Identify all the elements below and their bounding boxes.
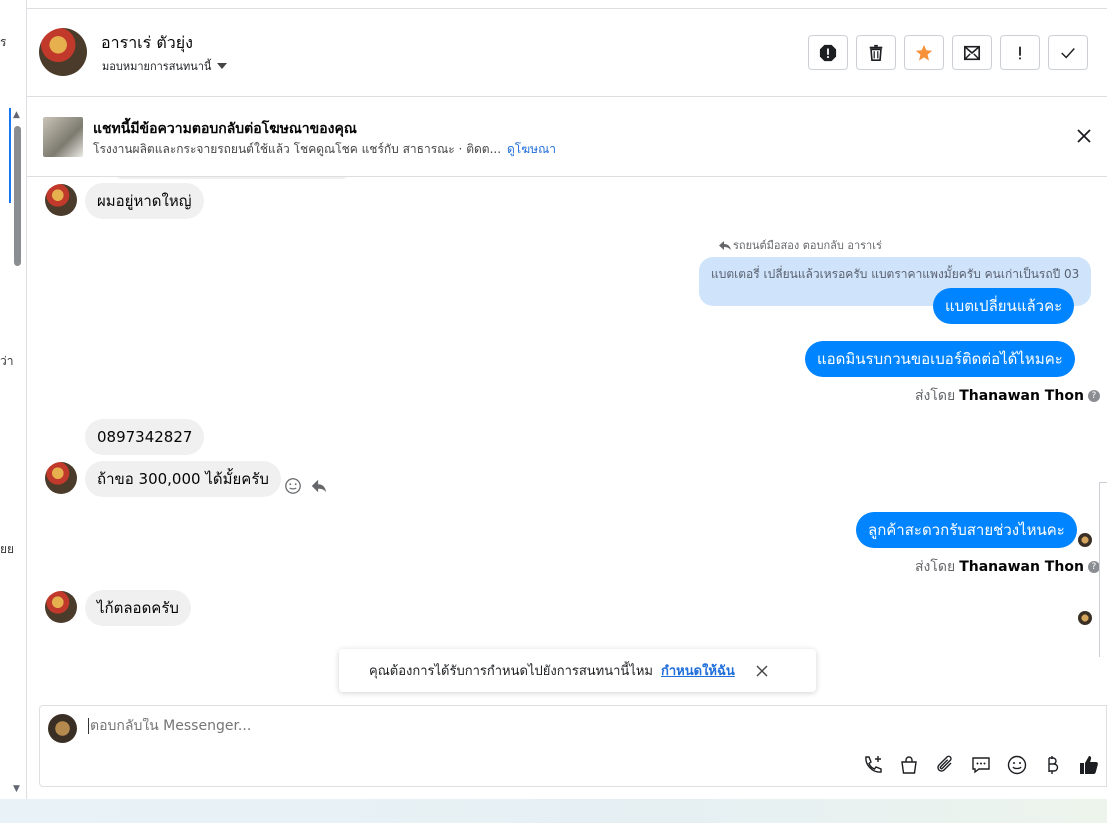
mark-unread-button[interactable] — [952, 35, 992, 70]
incoming-message[interactable]: ผมอยู่หาดใหญ่ — [85, 183, 204, 219]
sent-by-name: Thanawan Thon — [959, 388, 1084, 404]
sent-by-prefix: ส่งโดย — [915, 388, 956, 404]
outgoing-message[interactable]: แบตเปลี่ยนแล้วคะ — [933, 288, 1075, 324]
done-check-icon — [1061, 47, 1075, 59]
ad-description: โรงงานผลิตและกระจายรถยนต์ใช้แล้ว โชคดูณโ… — [93, 142, 502, 156]
react-emoji-icon[interactable] — [284, 477, 302, 495]
assign-label: มอบหมายการสนทนานี้ — [102, 60, 212, 73]
seen-avatar — [1078, 611, 1092, 625]
sidebar-fragment: ร — [0, 35, 7, 49]
ad-banner-title: แชทนี้มีข้อความตอบกลับต่อโฆษณาของคุณ — [93, 121, 357, 137]
mark-unread-icon — [963, 45, 981, 60]
help-icon[interactable]: ? — [1087, 390, 1100, 402]
previous-message-edge — [117, 177, 347, 179]
seen-avatar — [1078, 533, 1092, 547]
trash-icon — [869, 44, 883, 61]
baht-icon[interactable] — [1042, 754, 1064, 776]
assign-prompt-text: คุณต้องการได้รับการกำหนดไปยังการสนทนานี้… — [369, 664, 653, 679]
star-icon — [915, 44, 933, 61]
close-icon[interactable] — [1075, 127, 1093, 145]
message-hover-actions — [284, 477, 328, 495]
message-thread[interactable]: ผมอยู่หาดใหญ่ รถยนต์มือสอง ตอบกลับ อาราเ… — [27, 177, 1107, 705]
shopping-bag-icon[interactable] — [898, 754, 920, 776]
contact-avatar[interactable] — [39, 28, 87, 76]
sidebar-fragment: ยย — [0, 542, 15, 556]
like-icon[interactable] — [1078, 754, 1100, 776]
sent-by-label: ส่งโดย Thanawan Thon ? — [915, 556, 1100, 578]
reply-arrow-icon — [719, 240, 731, 250]
footer-strip — [27, 799, 1107, 823]
footer-strip — [0, 799, 27, 823]
incoming-message[interactable]: ไก้ตลอดครับ — [85, 590, 191, 626]
spam-button[interactable] — [808, 35, 848, 70]
contact-avatar[interactable] — [45, 462, 77, 494]
scrollbar-thumb[interactable] — [14, 126, 21, 266]
reply-icon[interactable] — [310, 477, 328, 495]
incoming-message[interactable]: ถ้าขอ 300,000 ได้มั้ยครับ — [85, 461, 281, 497]
star-button[interactable] — [904, 35, 944, 70]
left-sidebar-strip: ร ว่า ยย ▲ ▼ — [0, 0, 27, 800]
ad-banner-subtitle: โรงงานผลิตและกระจายรถยนต์ใช้แล้ว โชคดูณโ… — [93, 140, 556, 159]
message-composer — [39, 705, 1107, 787]
view-ad-link[interactable]: ดูโฆษณา — [507, 142, 556, 156]
sidebar-fragment: ว่า — [0, 354, 14, 368]
page-avatar — [48, 714, 77, 743]
selection-accent — [9, 108, 11, 203]
caret-down-icon — [217, 63, 228, 69]
sent-by-label: ส่งโดย Thanawan Thon ? — [915, 385, 1100, 407]
ad-thumbnail[interactable] — [43, 117, 83, 157]
spam-icon — [819, 44, 837, 61]
outgoing-message[interactable]: แอดมินรบกวนขอเบอร์ติดต่อได้ไหมคะ — [805, 341, 1075, 377]
follow-up-icon — [1019, 46, 1021, 59]
saved-reply-icon[interactable] — [970, 754, 992, 776]
contact-avatar[interactable] — [45, 184, 77, 216]
header-actions — [808, 35, 1088, 70]
outgoing-message[interactable]: ลูกค้าสะดวกรับสายช่วงไหนคะ — [856, 512, 1077, 548]
assign-dropdown[interactable]: มอบหมายการสนทนานี้ — [102, 57, 228, 75]
reply-input[interactable] — [88, 718, 688, 734]
scroll-up-icon[interactable]: ▲ — [13, 110, 20, 120]
ad-reply-banner: แชทนี้มีข้อความตอบกลับต่อโฆษณาของคุณ โรง… — [27, 97, 1107, 177]
delete-button[interactable] — [856, 35, 896, 70]
call-add-icon[interactable] — [862, 754, 884, 776]
contact-name[interactable]: อาราเร่ ตัวยุ่ง — [101, 31, 193, 56]
side-panel-edge — [1099, 482, 1107, 657]
composer-toolbar — [862, 754, 1100, 776]
emoji-icon[interactable] — [1006, 754, 1028, 776]
incoming-message[interactable]: 0897342827 — [85, 419, 205, 455]
reply-context: รถยนต์มือสอง ตอบกลับ อาราเร่ — [718, 236, 882, 254]
follow-up-button[interactable] — [1000, 35, 1040, 70]
close-icon[interactable] — [755, 664, 769, 678]
attachment-icon[interactable] — [934, 754, 956, 776]
conversation-header: อาราเร่ ตัวยุ่ง มอบหมายการสนทนานี้ — [27, 8, 1107, 97]
reply-context-label: รถยนต์มือสอง ตอบกลับ อาราเร่ — [733, 239, 882, 252]
sent-by-prefix: ส่งโดย — [915, 559, 956, 575]
assign-to-me-link[interactable]: กำหนดให้ฉัน — [661, 660, 735, 681]
sent-by-name: Thanawan Thon — [959, 559, 1084, 575]
scroll-down-icon[interactable]: ▼ — [13, 784, 20, 794]
done-button[interactable] — [1048, 35, 1088, 70]
assign-prompt-toast: คุณต้องการได้รับการกำหนดไปยังการสนทนานี้… — [339, 649, 816, 692]
contact-avatar[interactable] — [45, 591, 77, 623]
